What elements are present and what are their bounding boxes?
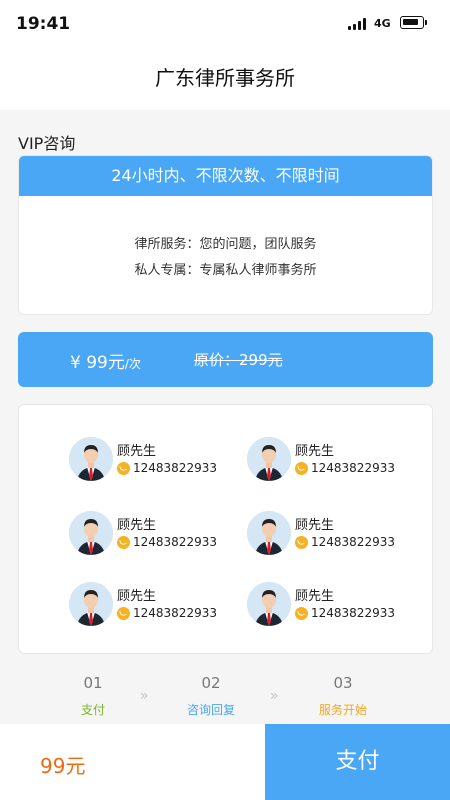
step-reply: 02 咨询回复 (166, 674, 256, 718)
vip-line-exclusive: 私人专属：专属私人律师事务所 (134, 263, 317, 278)
network-type: 4G (374, 17, 391, 30)
battery-icon (400, 16, 427, 29)
step-number: 01 (83, 674, 103, 692)
page-title: 广东律所事务所 (155, 66, 295, 90)
chevron-double-right-icon: » (140, 688, 148, 704)
avatar (247, 437, 291, 481)
lawyer-phone: 12483822933 (133, 461, 217, 475)
original-price: 原价：299元 (194, 351, 283, 369)
lawyer-item[interactable]: 顾先生 12483822933 (69, 582, 249, 626)
lawyer-name: 顾先生 (117, 444, 157, 459)
step-label: 服务开始 (318, 703, 367, 717)
current-price-value: ¥ 99元 (70, 353, 125, 373)
vip-description: 律所服务：您的问题，团队服务 私人专属：专属私人律师事务所 (19, 196, 432, 284)
lawyer-name: 顾先生 (295, 589, 335, 604)
lawyer-phone: 12483822933 (133, 535, 217, 549)
lawyer-phone: 12483822933 (311, 606, 395, 620)
lawyer-name: 顾先生 (295, 518, 335, 533)
lawyer-item[interactable]: 顾先生 12483822933 (69, 511, 249, 555)
total-price: 99元 (40, 754, 86, 778)
phone-icon (117, 462, 130, 475)
phone-icon (295, 607, 308, 620)
price-unit: /次 (124, 357, 141, 371)
pay-button[interactable]: 支付 (265, 724, 450, 800)
lawyer-name: 顾先生 (117, 518, 157, 533)
process-steps: 01 支付 » 02 咨询回复 » 03 服务开始 (0, 670, 450, 725)
nav-bar: 广东律所事务所 (0, 50, 450, 110)
lawyer-item[interactable]: 顾先生 12483822933 (247, 437, 427, 481)
avatar (69, 582, 113, 626)
section-title: VIP咨询 (18, 134, 76, 153)
lawyer-item[interactable]: 顾先生 12483822933 (247, 582, 427, 626)
status-bar: 19:41 4G (0, 0, 450, 50)
status-time: 19:41 (16, 14, 71, 34)
step-number: 02 (201, 674, 221, 692)
bottom-total: 99元 (0, 724, 265, 800)
lawyer-name: 顾先生 (295, 444, 335, 459)
avatar (69, 511, 113, 555)
phone-icon (295, 536, 308, 549)
phone-icon (117, 536, 130, 549)
vip-line-service: 律所服务：您的问题，团队服务 (134, 237, 317, 252)
avatar (247, 582, 291, 626)
phone-icon (117, 607, 130, 620)
avatar (69, 437, 113, 481)
step-start: 03 服务开始 (298, 674, 388, 718)
step-number: 03 (333, 674, 353, 692)
avatar (247, 511, 291, 555)
lawyer-item[interactable]: 顾先生 12483822933 (69, 437, 249, 481)
price-bar: ¥ 99元/次 原价：299元 (18, 332, 433, 387)
current-price: ¥ 99元/次 (70, 348, 141, 373)
chevron-double-right-icon: » (270, 688, 278, 704)
lawyer-name: 顾先生 (117, 589, 157, 604)
lawyer-phone: 12483822933 (133, 606, 217, 620)
step-label: 咨询回复 (186, 703, 235, 717)
phone-icon (295, 462, 308, 475)
lawyer-item[interactable]: 顾先生 12483822933 (247, 511, 427, 555)
lawyer-phone: 12483822933 (311, 461, 395, 475)
lawyer-phone: 12483822933 (311, 535, 395, 549)
step-pay: 01 支付 (48, 674, 138, 718)
vip-card: 24小时内、不限次数、不限时间 律所服务：您的问题，团队服务 私人专属：专属私人… (18, 155, 433, 315)
vip-banner: 24小时内、不限次数、不限时间 (19, 156, 432, 196)
step-label: 支付 (80, 703, 105, 717)
lawyers-card: 顾先生 12483822933 顾先生 12483822933 顾先生 124838229… (18, 404, 433, 654)
signal-icon (348, 18, 368, 30)
